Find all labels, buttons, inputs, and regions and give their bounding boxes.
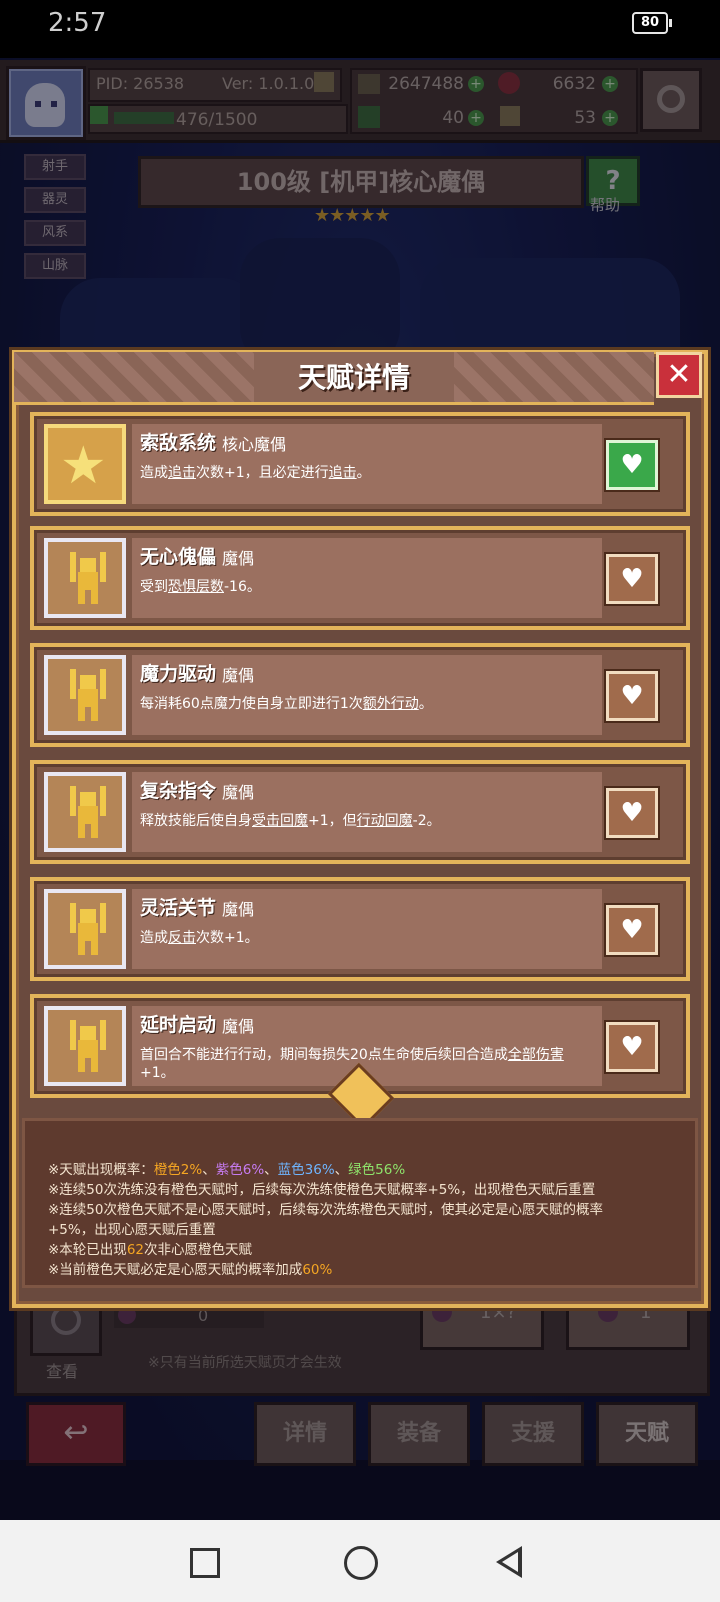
talent-type: 魔偶 [222, 1017, 255, 1036]
talent-description: 释放技能后使自身受击回魔+1，但行动回魔-2。 [140, 813, 441, 829]
close-icon: ✕ [666, 357, 692, 392]
info-line-bonus: ※当前橙色天赋必定是心愿天赋的概率加成60% [48, 1262, 333, 1278]
heart-icon: ♥ [620, 564, 644, 594]
doll-icon [44, 1006, 126, 1086]
heart-icon: ♥ [620, 915, 644, 945]
close-button[interactable]: ✕ [656, 352, 702, 398]
modal-title: 天赋详情 [254, 352, 454, 402]
talent-type: 魔偶 [222, 900, 255, 919]
heart-icon: ♥ [620, 1032, 644, 1062]
heart-icon: ♥ [620, 681, 644, 711]
talent-type: 魔偶 [222, 666, 255, 685]
star-icon: ★ [44, 424, 126, 504]
home-icon[interactable] [344, 1546, 378, 1580]
heart-icon: ♥ [620, 450, 644, 480]
talent-card: 无心傀儡 魔偶 受到恐惧层数-16。 ♥ [30, 526, 690, 630]
wish-heart-button[interactable]: ♥ [606, 905, 658, 955]
talent-name: 索敌系统 [140, 432, 217, 454]
doll-icon [44, 772, 126, 852]
status-bar [0, 0, 720, 58]
talent-body: 无心傀儡 魔偶 受到恐惧层数-16。 [132, 538, 602, 618]
talent-name: 灵活关节 [140, 897, 217, 919]
info-line-wish: ※连续50次橙色天赋不是心愿天赋时，后续每次洗练橙色天赋时，使其必定是心愿天赋的… [48, 1202, 603, 1218]
talent-description: 造成反击次数+1。 [140, 930, 259, 946]
talent-description: 每消耗60点魔力使自身立即进行1次额外行动。 [140, 696, 433, 712]
wish-heart-button[interactable]: ♥ [606, 1022, 658, 1072]
talent-body: 复杂指令 魔偶 释放技能后使自身受击回魔+1，但行动回魔-2。 [132, 772, 602, 852]
talent-card: 灵活关节 魔偶 造成反击次数+1。 ♥ [30, 877, 690, 981]
info-line-probability: ※天赋出现概率：橙色2%、紫色6%、蓝色36%、绿色56% [48, 1162, 406, 1178]
talent-description: 造成追击次数+1，且必定进行追击。 [140, 465, 371, 481]
info-line-wish-cont: +5%，出现心愿天赋后重置 [48, 1222, 216, 1238]
recent-apps-icon[interactable] [190, 1548, 220, 1578]
talent-card: 复杂指令 魔偶 释放技能后使自身受击回魔+1，但行动回魔-2。 ♥ [30, 760, 690, 864]
talent-description: 受到恐惧层数-16。 [140, 579, 261, 595]
talent-name: 复杂指令 [140, 780, 217, 802]
talent-name: 魔力驱动 [140, 663, 217, 685]
wish-heart-button[interactable]: ♥ [606, 788, 658, 838]
talent-name: 无心傀儡 [140, 546, 217, 568]
wish-heart-button[interactable]: ♥ [606, 440, 658, 490]
status-clock: 2:57 [48, 8, 107, 38]
doll-icon [44, 538, 126, 618]
battery-icon: 80 [632, 12, 672, 34]
doll-icon [44, 889, 126, 969]
wish-heart-button[interactable]: ♥ [606, 554, 658, 604]
info-line-round-count: ※本轮已出现62次非心愿橙色天赋 [48, 1242, 252, 1258]
talent-name: 延时启动 [140, 1014, 217, 1036]
talent-body: 魔力驱动 魔偶 每消耗60点魔力使自身立即进行1次额外行动。 [132, 655, 602, 735]
talent-card: 魔力驱动 魔偶 每消耗60点魔力使自身立即进行1次额外行动。 ♥ [30, 643, 690, 747]
talent-type: 魔偶 [222, 783, 255, 802]
doll-icon [44, 655, 126, 735]
talent-body: 灵活关节 魔偶 造成反击次数+1。 [132, 889, 602, 969]
wish-heart-button[interactable]: ♥ [606, 671, 658, 721]
heart-icon: ♥ [620, 798, 644, 828]
talent-body: 索敌系统 核心魔偶 造成追击次数+1，且必定进行追击。 [132, 424, 602, 504]
talent-card: ★ 索敌系统 核心魔偶 造成追击次数+1，且必定进行追击。 ♥ [30, 412, 690, 516]
talent-type: 魔偶 [222, 549, 255, 568]
info-line-pity: ※连续50次洗练没有橙色天赋时，后续每次洗练使橙色天赋概率+5%，出现橙色天赋后… [48, 1182, 596, 1198]
talent-type: 核心魔偶 [222, 435, 287, 454]
